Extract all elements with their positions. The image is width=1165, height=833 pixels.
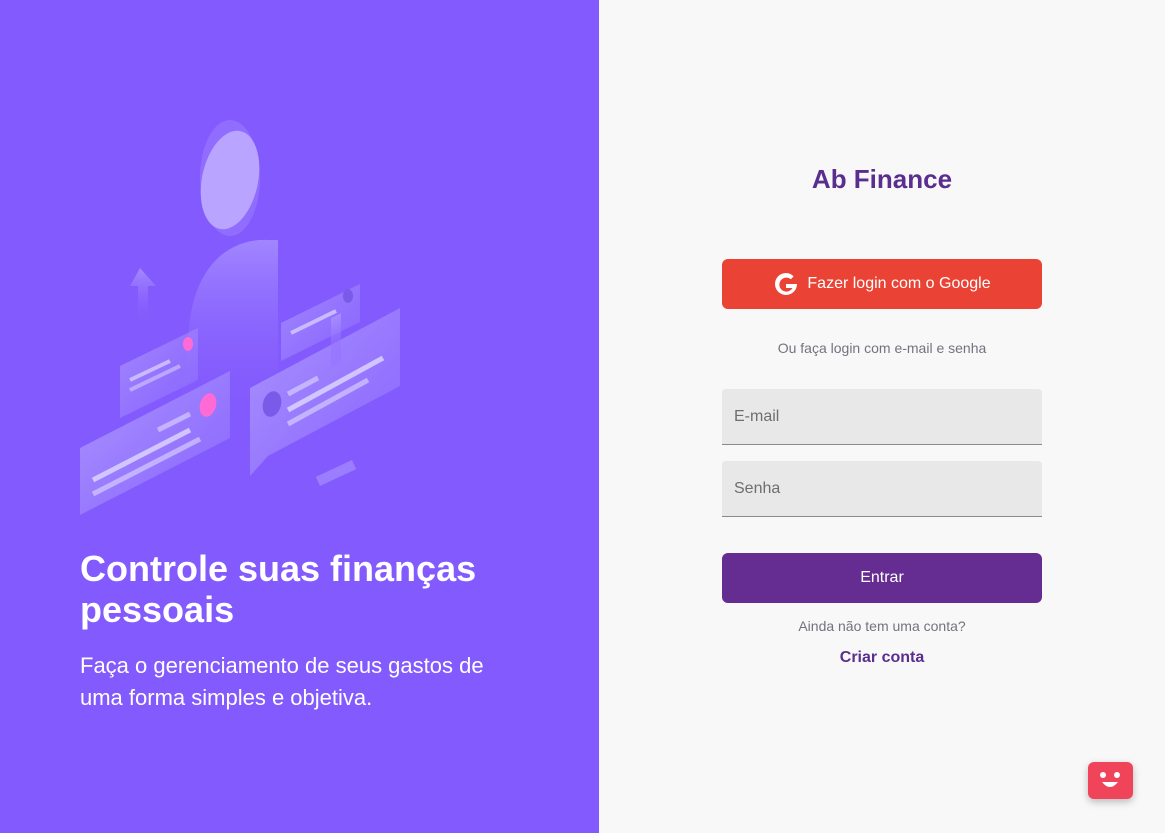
hero-title: Controle suas finanças pessoais [80,548,477,630]
finance-illustration [80,120,400,515]
google-icon [773,271,799,297]
no-account-text: Ainda não tem uma conta? [798,618,966,634]
password-input[interactable] [722,461,1042,517]
hero-subtitle: Faça o gerenciamento de seus gastos de u… [80,653,484,710]
separator-text: Ou faça login com e-mail e senha [777,340,987,356]
chat-bot-button[interactable] [1088,762,1133,799]
google-login-button[interactable]: Fazer login com o Google [722,259,1042,309]
create-account-link[interactable]: Criar conta [722,649,1042,667]
hero-panel: Controle suas finanças pessoais Faça o g… [0,0,599,833]
auth-panel: Ab Finance Fazer login com o Google Ou f… [599,0,1165,833]
email-input[interactable] [722,389,1042,445]
brand-title: Ab Finance [811,164,953,194]
login-page: Controle suas finanças pessoais Faça o g… [0,0,1165,833]
submit-button[interactable]: Entrar [722,553,1042,603]
chat-bot-icon [1100,772,1120,787]
google-login-label: Fazer login com o Google [807,275,991,292]
